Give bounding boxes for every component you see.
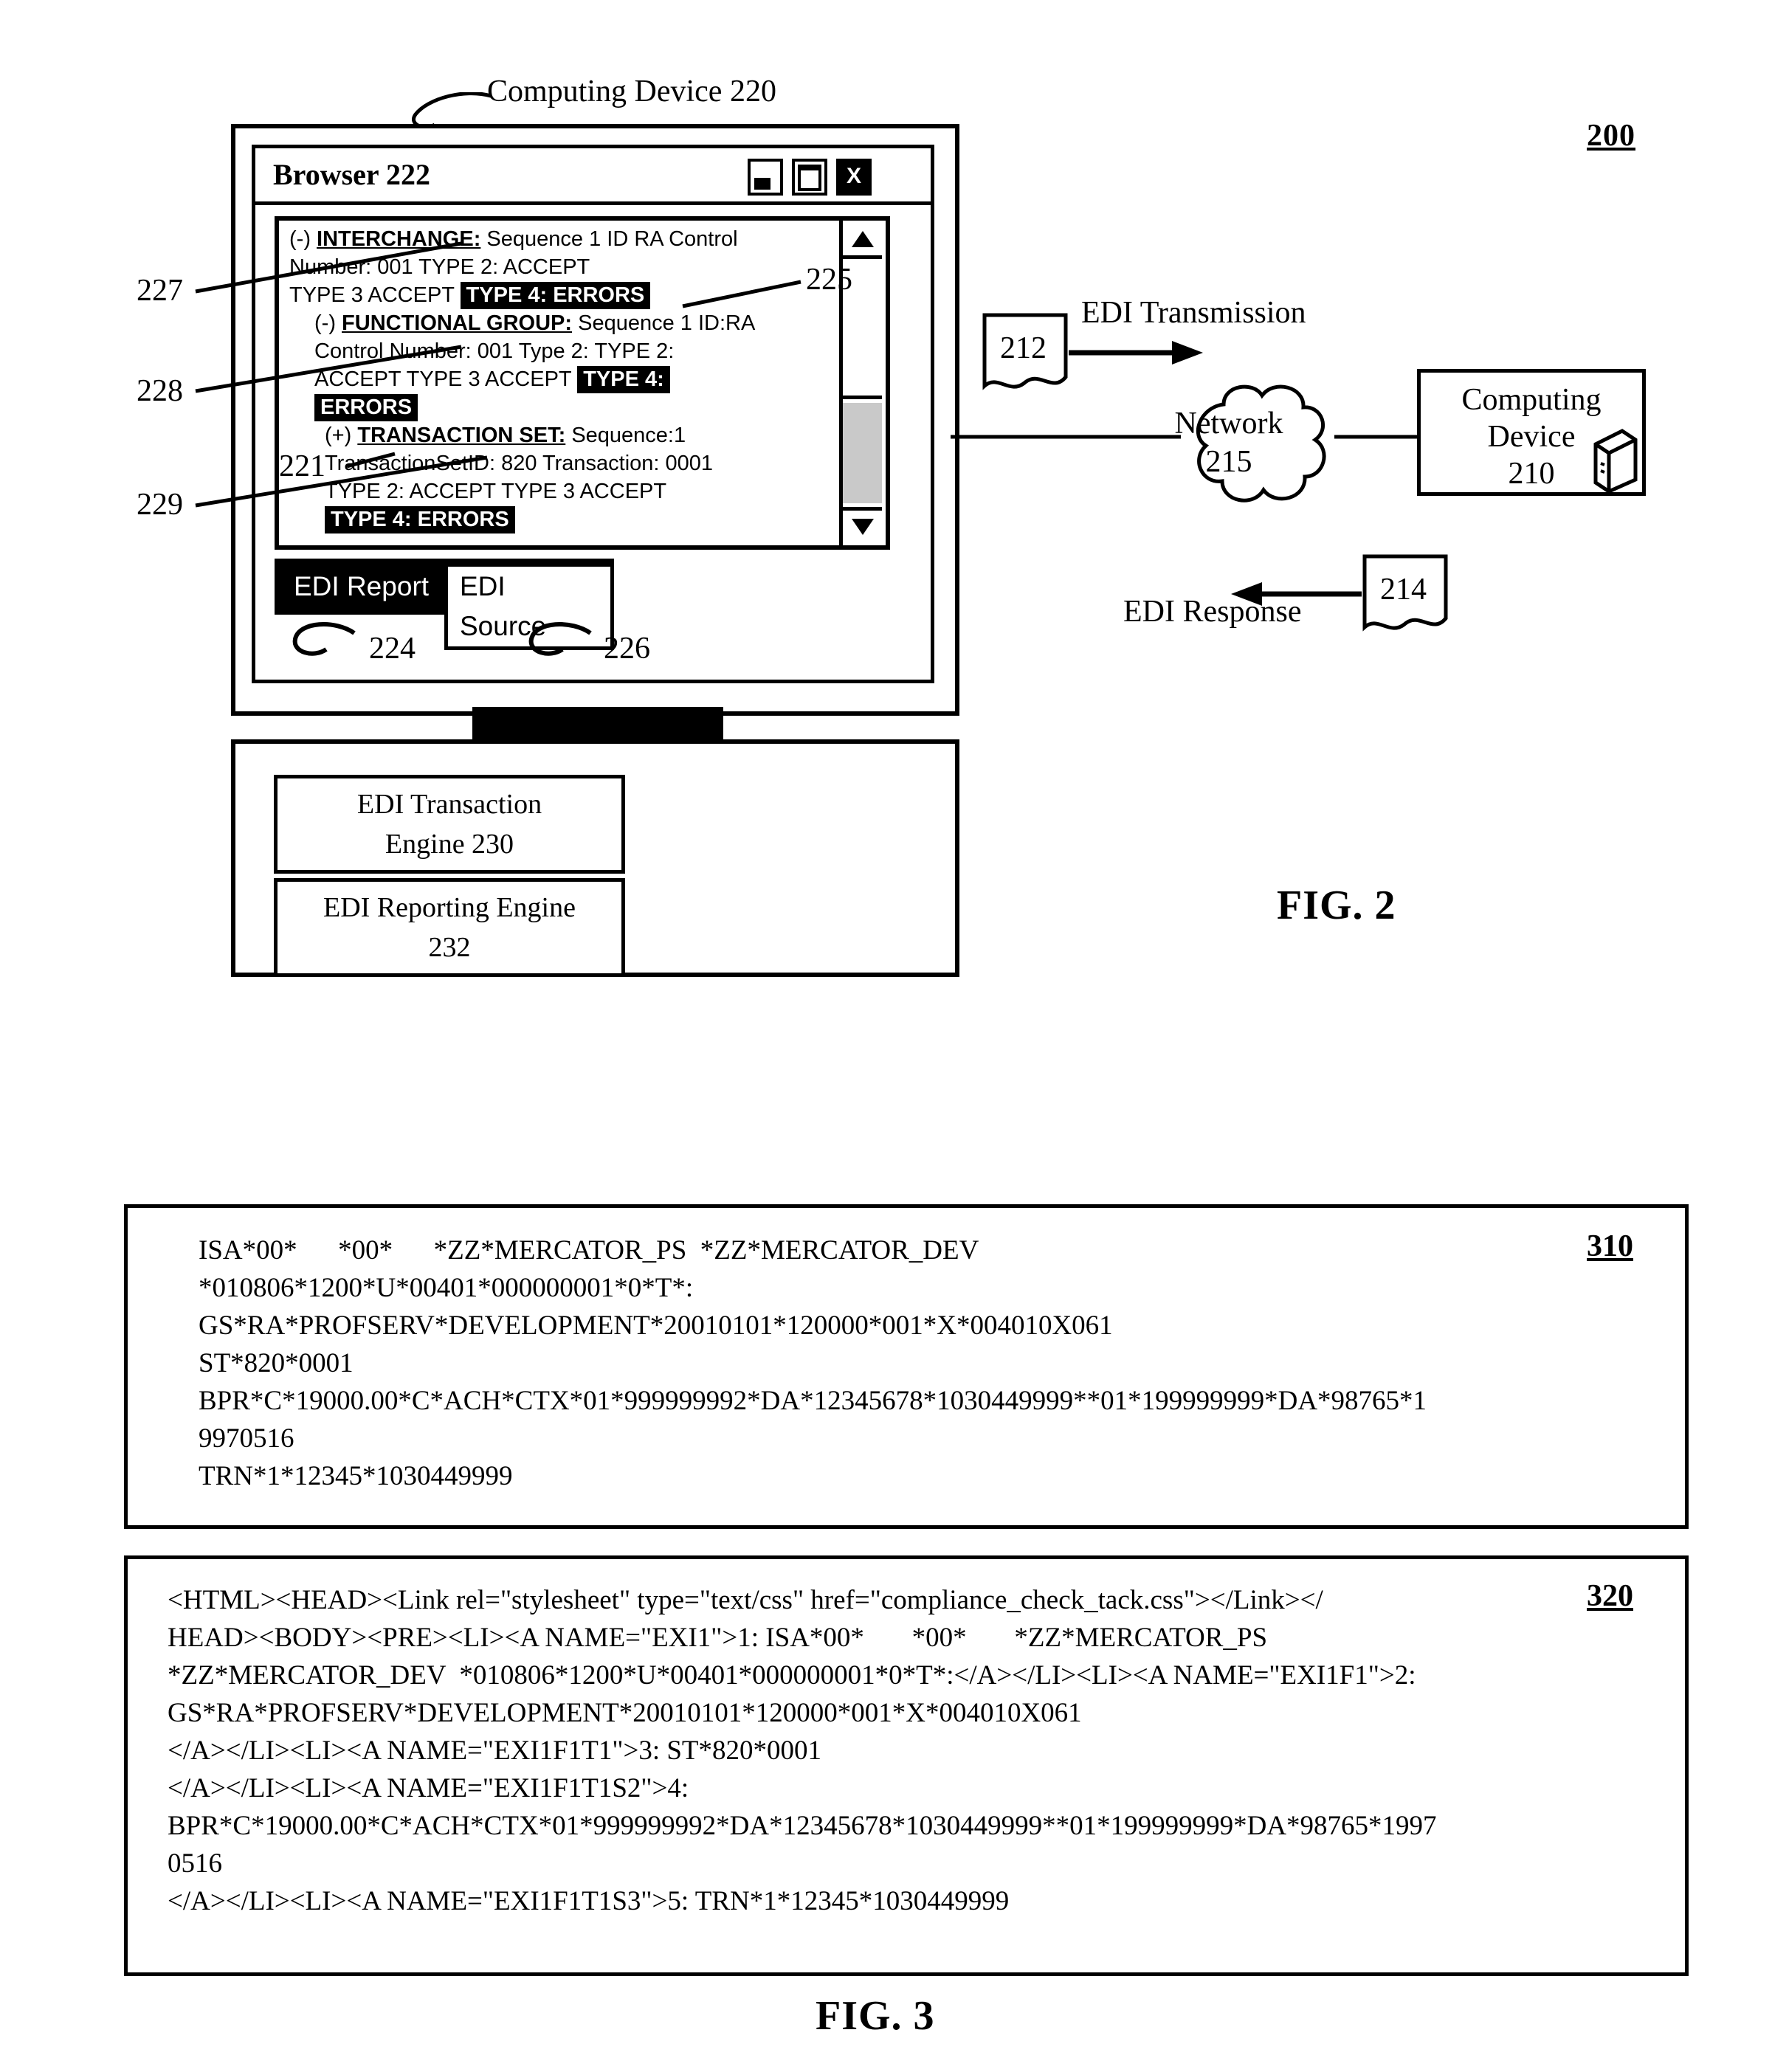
server-box-icon <box>1593 429 1638 494</box>
code-line: ISA*00* *00* *ZZ*MERCATOR_PS *ZZ*MERCATO… <box>199 1235 979 1265</box>
code-line: GS*RA*PROFSERV*DEVELOPMENT*20010101*1200… <box>168 1698 1082 1728</box>
code-line: *ZZ*MERCATOR_DEV *010806*1200*U*00401*00… <box>168 1660 1416 1691</box>
edi-transmission-label: EDI Transmission <box>1081 296 1306 330</box>
code-line: 9970516 <box>199 1423 294 1454</box>
figure-2-caption: FIG. 2 <box>1277 883 1396 928</box>
code-line: GS*RA*PROFSERV*DEVELOPMENT*20010101*1200… <box>199 1310 1113 1341</box>
code-line: ST*820*0001 <box>199 1348 354 1378</box>
edi-html-source-box: <HTML><HEAD><Link rel="stylesheet" type=… <box>124 1555 1689 1976</box>
network-label-line1: Network <box>1174 407 1283 441</box>
code-line: <HTML><HEAD><Link rel="stylesheet" type=… <box>168 1585 1323 1615</box>
ref-214: 214 <box>1380 573 1427 607</box>
code-line: </A></LI><LI><A NAME="EXI1F1T1S2">4: <box>168 1773 689 1803</box>
edi-response-label: EDI Response <box>1123 595 1302 629</box>
code-line: TRN*1*12345*1030449999 <box>199 1461 513 1491</box>
code-line: BPR*C*19000.00*C*ACH*CTX*01*999999992*DA… <box>168 1811 1437 1841</box>
figure-3-caption: FIG. 3 <box>816 1993 935 2039</box>
code-line: </A></LI><LI><A NAME="EXI1F1T1S3">5: TRN… <box>168 1886 1010 1916</box>
code-line: </A></LI><LI><A NAME="EXI1F1T1">3: ST*82… <box>168 1736 822 1766</box>
edi-source-code: ISA*00* *00* *ZZ*MERCATOR_PS *ZZ*MERCATO… <box>199 1232 1427 1495</box>
edi-html-source-code: <HTML><HEAD><Link rel="stylesheet" type=… <box>168 1581 1437 1920</box>
edi-source-text-box: ISA*00* *00* *ZZ*MERCATOR_PS *ZZ*MERCATO… <box>124 1204 1689 1529</box>
network-label-line2: 215 <box>1205 445 1252 479</box>
network-label: Network 215 <box>1122 404 1336 481</box>
code-line: HEAD><BODY><PRE><LI><A NAME="EXI1">1: IS… <box>168 1623 1268 1653</box>
code-line: *010806*1200*U*00401*000000001*0*T*: <box>199 1273 694 1303</box>
ref-320: 320 <box>1587 1579 1633 1613</box>
code-line: 0516 <box>168 1848 222 1879</box>
ref-212: 212 <box>1000 331 1047 365</box>
ref-310: 310 <box>1587 1229 1633 1263</box>
code-line: BPR*C*19000.00*C*ACH*CTX*01*999999992*DA… <box>199 1386 1427 1416</box>
computing-device-210-line1: Computing <box>1461 383 1602 417</box>
